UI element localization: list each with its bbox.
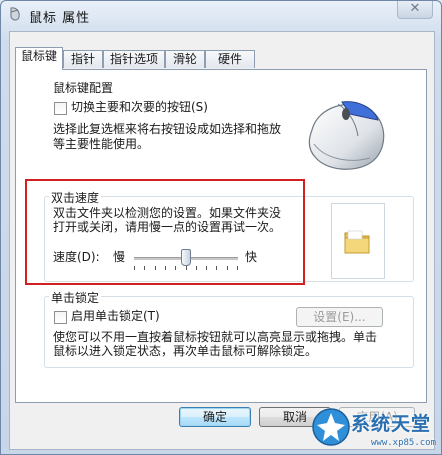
watermark-url: www.xp85.com [371,438,437,448]
window-title: 鼠标 属性 [29,11,91,26]
mouse-properties-window: 鼠标 属性 ✕ 鼠标键 指针 指针选项 滑轮 硬件 鼠标键配置 切换主要和次要的… [0,0,442,455]
close-icon: ✕ [409,1,421,16]
click-lock-desc-line2: 鼠标以进入锁定状态，再次单击鼠标可解除锁定。 [53,344,318,358]
button-config-desc-line1: 选择此复选框来将右按钮设成如选择和拖放 [53,122,282,136]
ok-button[interactable]: 确定 [179,407,251,427]
tab-pointers[interactable]: 指针 [63,50,103,68]
highlight-annotation [25,179,305,285]
click-lock-label[interactable]: 启用单击锁定(T) [71,309,160,324]
tab-wheel[interactable]: 滑轮 [165,50,205,68]
title-bar[interactable]: 鼠标 属性 ✕ [1,1,441,29]
watermark-logo-icon [312,408,350,446]
close-button[interactable]: ✕ [397,1,433,19]
click-lock-checkbox[interactable] [54,311,67,324]
click-lock-settings-button[interactable]: 设置(E)... [296,307,383,327]
click-lock-desc-line1: 使您可以不用一直按着鼠标按钮就可以高亮显示或拖拽。单击 [53,330,378,344]
button-config-desc-line2: 等主要性能使用。 [53,137,150,151]
switch-buttons-label[interactable]: 切换主要和次要的按钮(S) [71,100,208,115]
click-lock-legend: 单击锁定 [49,289,102,306]
switch-buttons-checkbox[interactable] [54,102,67,115]
button-config-legend: 鼠标键配置 [53,81,114,95]
double-click-test-area[interactable] [331,203,385,279]
folder-icon[interactable] [342,226,372,256]
mouse-app-icon [10,7,20,21]
watermark-text: 系统天堂 [351,413,432,435]
mouse-image-icon [308,101,385,170]
watermark: 系统天堂 www.xp85.com [305,401,441,454]
tab-pointer-options[interactable]: 指针选项 [103,50,165,68]
tab-buttons[interactable]: 鼠标键 [15,47,63,70]
tab-hardware[interactable]: 硬件 [205,50,255,68]
